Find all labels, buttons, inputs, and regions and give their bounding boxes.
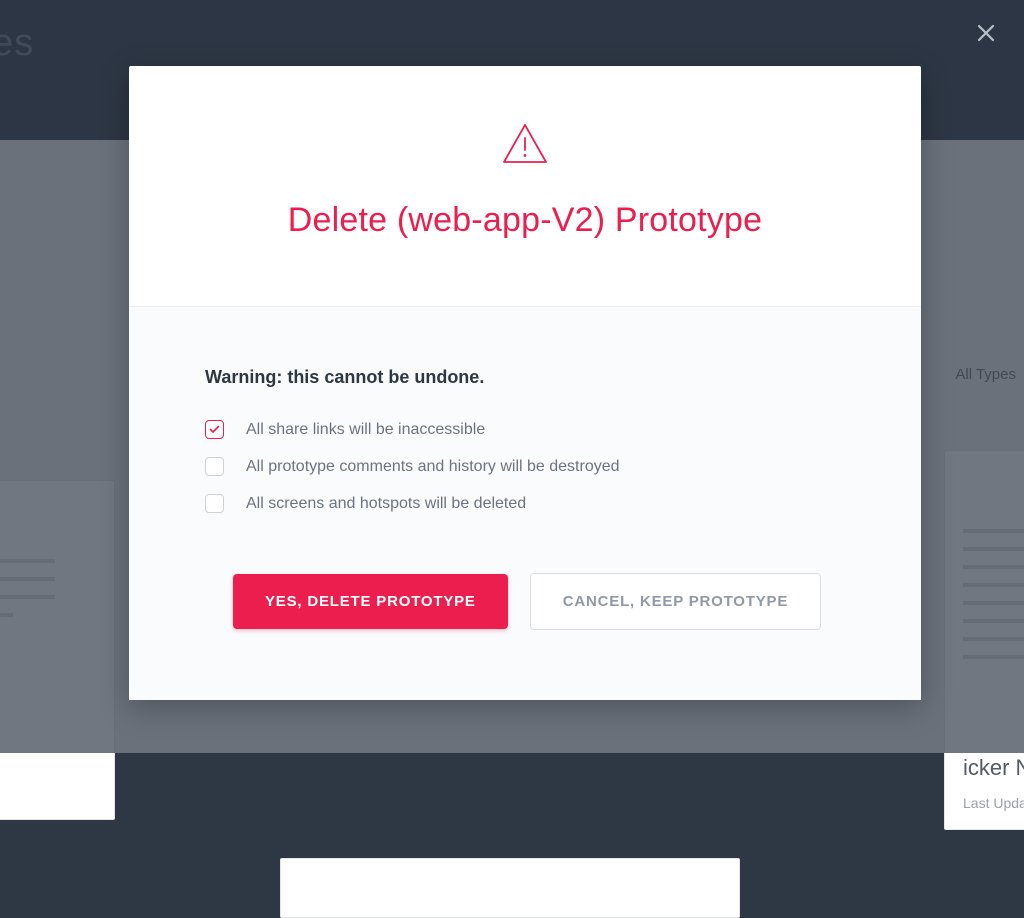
prototype-card[interactable]: [280, 858, 740, 918]
check-row: All screens and hotspots will be deleted: [205, 494, 845, 513]
button-row: YES, DELETE PROTOTYPE CANCEL, KEEP PROTO…: [205, 573, 845, 630]
checkbox-screens-hotspots[interactable]: [205, 494, 224, 513]
check-label: All screens and hotspots will be deleted: [246, 495, 526, 513]
modal-title: Delete (web-app-V2) Prototype: [169, 201, 881, 240]
checkmark-icon: [209, 425, 220, 434]
check-row: All share links will be inaccessible: [205, 420, 845, 439]
close-icon: [977, 24, 995, 42]
warning-heading: Warning: this cannot be undone.: [205, 367, 845, 388]
close-button[interactable]: [973, 20, 999, 46]
modal-header: Delete (web-app-V2) Prototype: [129, 66, 921, 307]
checklist: All share links will be inaccessible All…: [205, 420, 845, 513]
prototype-title: icker News: [963, 755, 1024, 781]
warning-triangle-icon: [500, 122, 550, 171]
check-label: All share links will be inaccessible: [246, 421, 485, 439]
modal-body: Warning: this cannot be undone. All shar…: [129, 307, 921, 700]
delete-confirmation-modal: Delete (web-app-V2) Prototype Warning: t…: [129, 66, 921, 700]
check-row: All prototype comments and history will …: [205, 457, 845, 476]
check-label: All prototype comments and history will …: [246, 458, 620, 476]
checkbox-share-links[interactable]: [205, 420, 224, 439]
prototype-subtitle: Last Updated J: [963, 795, 1024, 811]
checkbox-comments-history[interactable]: [205, 457, 224, 476]
cancel-button[interactable]: CANCEL, KEEP PROTOTYPE: [530, 573, 821, 630]
confirm-delete-button[interactable]: YES, DELETE PROTOTYPE: [233, 574, 508, 629]
